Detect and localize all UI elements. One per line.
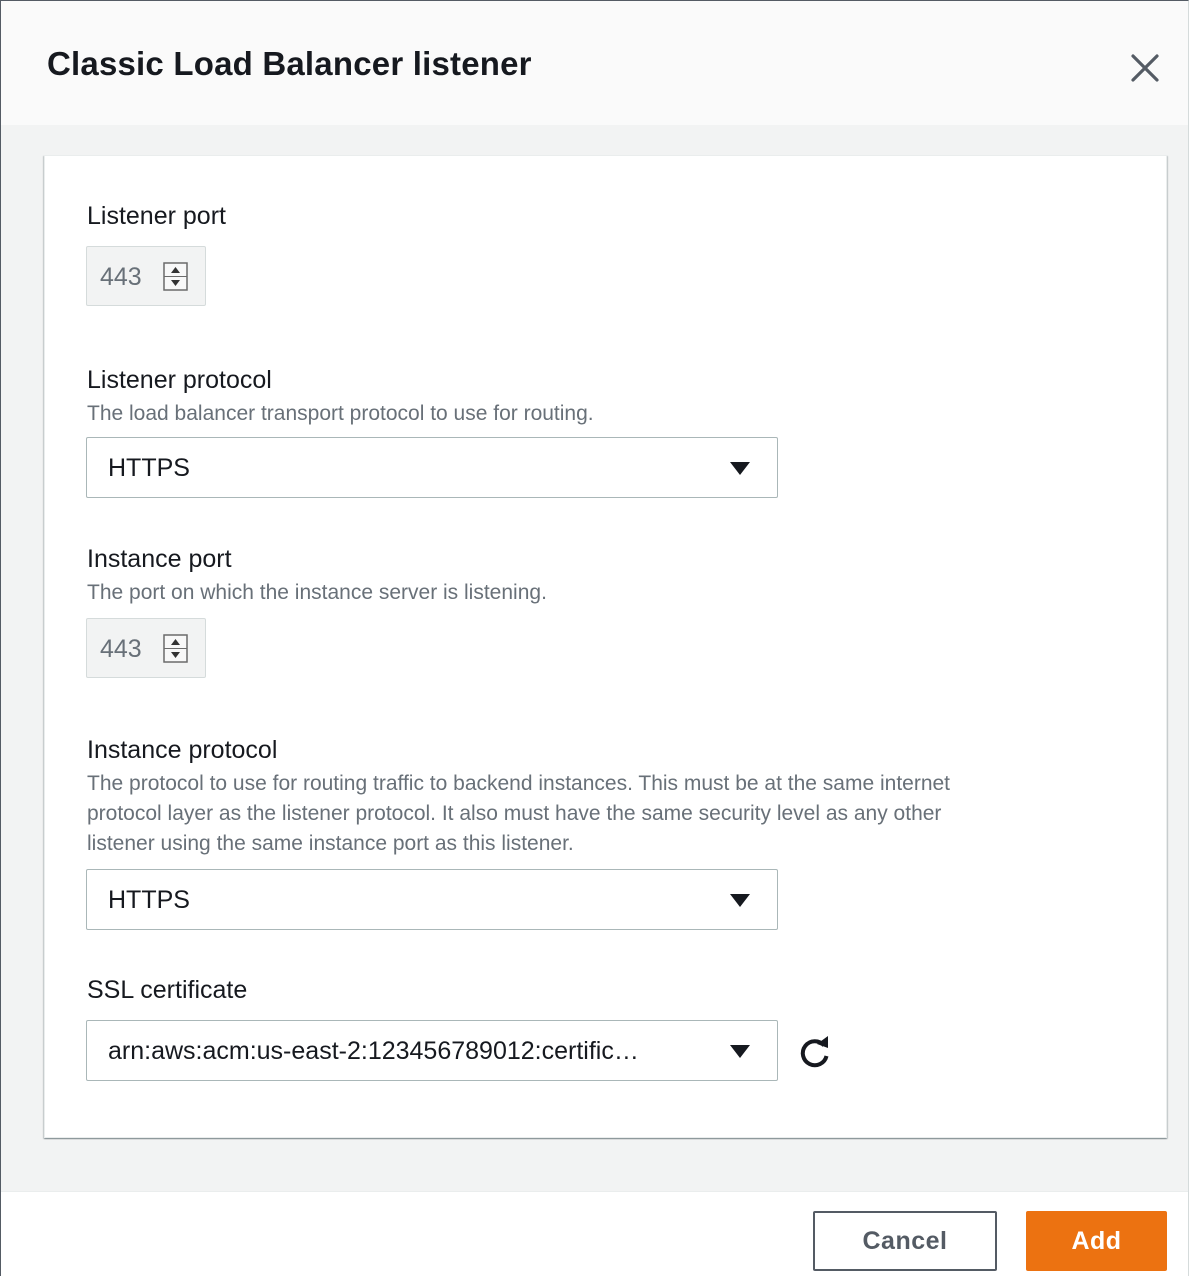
instance-protocol-label: Instance protocol — [87, 736, 278, 764]
stepper-arrows-icon[interactable] — [163, 262, 188, 291]
instance-protocol-selected: HTTPS — [108, 886, 190, 914]
refresh-icon — [800, 1036, 829, 1068]
add-button[interactable]: Add — [1026, 1211, 1167, 1271]
instance-port-description: The port on which the instance server is… — [87, 581, 547, 604]
modal-body: Listener port 443 Listener protocol The … — [1, 125, 1188, 1191]
listener-port-value: 443 — [100, 263, 142, 291]
listener-protocol-select[interactable]: HTTPS — [86, 437, 778, 498]
instance-protocol-description-line-2: protocol layer as the listener protocol.… — [87, 802, 942, 825]
close-icon — [1131, 54, 1159, 82]
listener-modal: Classic Load Balancer listener Listener … — [0, 0, 1189, 1278]
stepper-arrows-icon[interactable] — [163, 634, 188, 663]
instance-protocol-description-line-1: The protocol to use for routing traffic … — [87, 772, 951, 795]
instance-port-stepper[interactable]: 443 — [86, 618, 206, 678]
caret-down-icon — [730, 894, 750, 907]
listener-port-label: Listener port — [87, 202, 226, 230]
listener-port-stepper[interactable]: 443 — [86, 246, 206, 306]
listener-protocol-description: The load balancer transport protocol to … — [87, 402, 594, 425]
ssl-certificate-select[interactable]: arn:aws:acm:us-east-2:123456789012:certi… — [86, 1020, 778, 1081]
cancel-button[interactable]: Cancel — [813, 1211, 997, 1271]
close-button[interactable] — [1125, 48, 1165, 88]
instance-port-value: 443 — [100, 635, 142, 663]
instance-protocol-description-line-3: listener using the same instance port as… — [87, 832, 574, 855]
caret-down-icon — [730, 462, 750, 475]
modal-footer: Cancel Add — [1, 1191, 1188, 1278]
modal-title: Classic Load Balancer listener — [47, 45, 532, 82]
modal-header: Classic Load Balancer listener — [1, 1, 1188, 126]
instance-protocol-select[interactable]: HTTPS — [86, 869, 778, 930]
form-panel: Listener port 443 Listener protocol The … — [44, 155, 1167, 1138]
ssl-certificate-label: SSL certificate — [87, 976, 248, 1004]
listener-protocol-selected: HTTPS — [108, 454, 190, 482]
caret-down-icon — [730, 1045, 750, 1058]
instance-port-label: Instance port — [87, 545, 232, 573]
refresh-certificates-button[interactable] — [793, 1032, 837, 1076]
listener-protocol-label: Listener protocol — [87, 366, 272, 394]
ssl-certificate-selected: arn:aws:acm:us-east-2:123456789012:certi… — [108, 1037, 639, 1065]
